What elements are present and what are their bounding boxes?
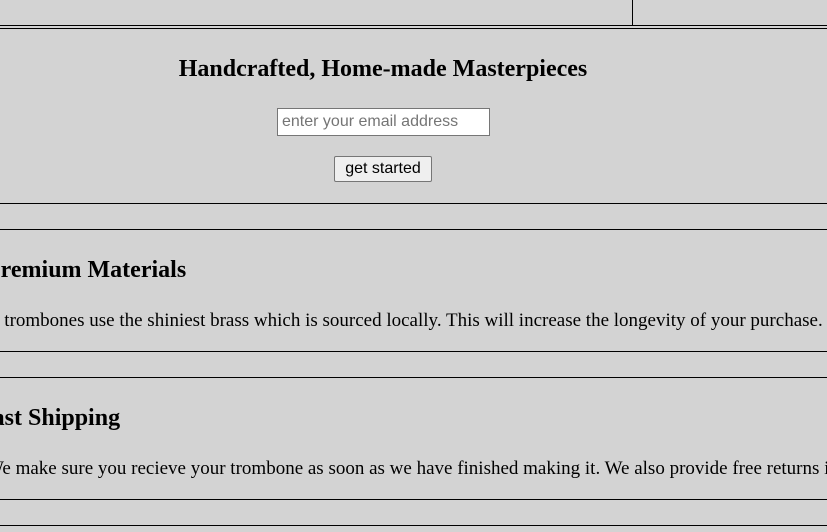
feature-description: We make sure you recieve your trombone a… (0, 458, 827, 479)
page: Handcrafted, Home-made Masterpieces get … (0, 0, 827, 532)
feature-heading: Premium Materials (0, 257, 187, 283)
navbar-divider (632, 0, 633, 26)
feature-heading: Fast Shipping (0, 405, 121, 431)
hero-section: Handcrafted, Home-made Masterpieces get … (0, 28, 827, 204)
get-started-button[interactable]: get started (334, 156, 432, 182)
feature-fast-shipping: Fast Shipping We make sure you recieve y… (0, 377, 827, 500)
hero-title: Handcrafted, Home-made Masterpieces (178, 56, 588, 82)
feature-next (0, 525, 827, 532)
top-navbar (0, 0, 827, 26)
email-input[interactable] (277, 108, 490, 136)
feature-description: Our trombones use the shiniest brass whi… (0, 310, 823, 331)
feature-premium-materials: Premium Materials Our trombones use the … (0, 229, 827, 352)
